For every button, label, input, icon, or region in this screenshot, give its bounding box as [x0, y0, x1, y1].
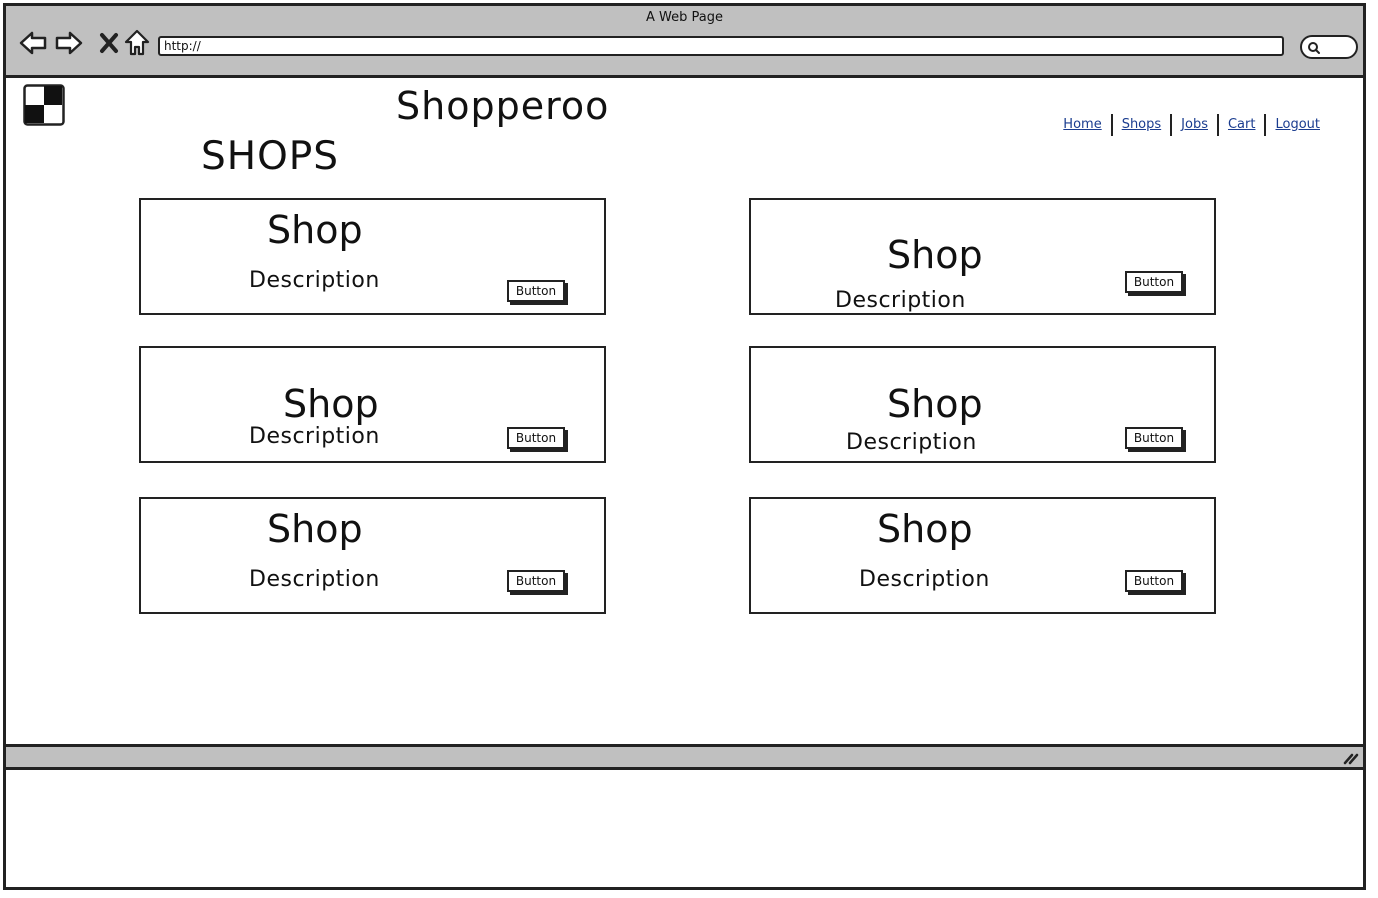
forward-arrow-icon[interactable] [54, 28, 84, 58]
shop-card: Shop Description Button [749, 198, 1216, 315]
shop-title: Shop [267, 208, 363, 252]
shop-card: Shop Description Button [139, 198, 606, 315]
shop-title: Shop [877, 507, 973, 551]
nav-link-home[interactable]: Home [1054, 114, 1110, 136]
shop-description: Description [249, 567, 380, 592]
shop-card: Shop Description Button [749, 346, 1216, 463]
shop-button[interactable]: Button [1125, 570, 1183, 592]
back-arrow-icon[interactable] [18, 28, 48, 58]
url-input[interactable]: http:// [158, 36, 1284, 56]
shop-button[interactable]: Button [507, 280, 565, 302]
search-icon [1308, 42, 1320, 54]
shop-title: Shop [283, 382, 379, 426]
nav-link-shops[interactable]: Shops [1113, 114, 1170, 136]
shop-button[interactable]: Button [507, 570, 565, 592]
shop-button[interactable]: Button [507, 427, 565, 449]
shop-card: Shop Description Button [139, 497, 606, 614]
shop-title: Shop [887, 382, 983, 426]
close-icon[interactable] [94, 28, 124, 58]
shop-description: Description [835, 288, 966, 313]
checkerboard-logo-icon[interactable] [23, 84, 65, 126]
browser-window: A Web Page http:// Shopperoo SHOPS Home … [3, 3, 1366, 890]
browser-toolbar: A Web Page http:// [6, 6, 1363, 78]
shop-description: Description [859, 567, 990, 592]
app-title: Shopperoo [396, 84, 610, 128]
shop-button[interactable]: Button [1125, 427, 1183, 449]
page-title: SHOPS [201, 134, 340, 179]
shop-card: Shop Description Button [749, 497, 1216, 614]
nav-link-logout[interactable]: Logout [1266, 114, 1329, 136]
window-title: A Web Page [646, 10, 723, 25]
shop-title: Shop [267, 507, 363, 551]
shop-description: Description [249, 268, 380, 293]
status-bar [6, 744, 1363, 770]
shop-title: Shop [887, 233, 983, 277]
shop-description: Description [249, 424, 380, 449]
top-navigation: Home Shops Jobs Cart Logout [1054, 114, 1329, 136]
nav-link-jobs[interactable]: Jobs [1172, 114, 1217, 136]
nav-link-cart[interactable]: Cart [1219, 114, 1265, 136]
shop-button[interactable]: Button [1125, 271, 1183, 293]
shop-card: Shop Description Button [139, 346, 606, 463]
shop-description: Description [846, 430, 977, 455]
home-icon[interactable] [122, 28, 152, 58]
resize-grip-icon[interactable] [1343, 751, 1359, 765]
search-field[interactable] [1300, 35, 1358, 59]
